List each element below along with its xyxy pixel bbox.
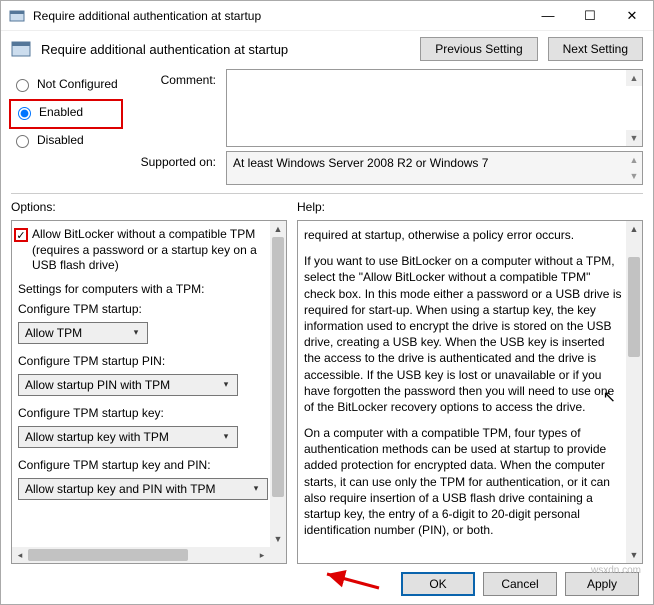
options-hscrollbar[interactable]: ◂ ▸: [12, 547, 270, 563]
maximize-button[interactable]: ☐: [569, 1, 611, 31]
help-vscrollbar[interactable]: ▲ ▼: [626, 221, 642, 563]
chevron-down-icon: ▾: [129, 326, 143, 340]
tpm-startup-pin-combo[interactable]: Allow startup PIN with TPM ▾: [18, 374, 238, 396]
scroll-thumb[interactable]: [272, 237, 284, 497]
scroll-down-icon: ▼: [626, 168, 642, 184]
supported-on-label: Supported on:: [131, 151, 216, 169]
radio-not-configured[interactable]: Not Configured: [11, 73, 121, 95]
radio-label: Disabled: [37, 133, 84, 147]
chevron-down-icon: ▾: [219, 378, 233, 392]
tpm-startup-key-combo[interactable]: Allow startup key with TPM ▾: [18, 426, 238, 448]
options-box: ✓ Allow BitLocker without a compatible T…: [11, 220, 287, 564]
combo-label: Configure TPM startup PIN:: [18, 354, 268, 368]
options-label: Options:: [11, 198, 287, 220]
scroll-down-icon[interactable]: ▼: [626, 547, 642, 563]
combo-value: Allow startup PIN with TPM: [25, 378, 170, 392]
radio-label: Enabled: [39, 105, 83, 119]
help-paragraph: required at startup, otherwise a policy …: [304, 227, 622, 243]
scroll-up-icon[interactable]: ▲: [270, 221, 286, 237]
close-button[interactable]: ✕: [611, 1, 653, 31]
window-title: Require additional authentication at sta…: [33, 9, 527, 23]
titlebar: Require additional authentication at sta…: [1, 1, 653, 31]
state-radio-group: Not Configured Enabled Disabled: [11, 69, 121, 185]
supported-on-value: At least Windows Server 2008 R2 or Windo…: [233, 156, 488, 170]
scroll-left-icon[interactable]: ◂: [12, 547, 28, 563]
allow-bitlocker-no-tpm-label: Allow BitLocker without a compatible TPM…: [32, 227, 272, 274]
tpm-startup-key-pin-combo[interactable]: Allow startup key and PIN with TPM ▾: [18, 478, 268, 500]
help-paragraph: On a computer with a compatible TPM, fou…: [304, 425, 622, 538]
cancel-button[interactable]: Cancel: [483, 572, 557, 596]
radio-disabled-input[interactable]: [16, 135, 29, 148]
radio-label: Not Configured: [37, 77, 118, 91]
radio-disabled[interactable]: Disabled: [11, 129, 121, 151]
dialog-buttons: OK Cancel Apply: [11, 564, 643, 598]
minimize-button[interactable]: —: [527, 1, 569, 31]
combo-label: Configure TPM startup key:: [18, 406, 268, 420]
next-setting-button[interactable]: Next Setting: [548, 37, 643, 61]
help-label: Help:: [297, 198, 643, 220]
ok-button[interactable]: OK: [401, 572, 475, 596]
policy-icon: [9, 8, 25, 24]
policy-icon: [11, 39, 31, 59]
watermark: wsxdn.com: [591, 565, 641, 576]
previous-setting-button[interactable]: Previous Setting: [420, 37, 537, 61]
chevron-down-icon: ▾: [249, 482, 263, 496]
scroll-up-icon[interactable]: ▲: [626, 221, 642, 237]
radio-enabled[interactable]: Enabled: [13, 101, 119, 123]
header-row: Require additional authentication at sta…: [1, 31, 653, 67]
combo-value: Allow TPM: [25, 326, 82, 340]
supported-on-box: At least Windows Server 2008 R2 or Windo…: [226, 151, 643, 185]
scroll-down-icon[interactable]: ▼: [626, 130, 642, 146]
options-vscrollbar[interactable]: ▲ ▼: [270, 221, 286, 563]
radio-enabled-input[interactable]: [18, 107, 31, 120]
comment-textarea[interactable]: ▲ ▼: [226, 69, 643, 147]
scroll-thumb[interactable]: [628, 257, 640, 357]
tpm-settings-heading: Settings for computers with a TPM:: [18, 282, 268, 296]
combo-value: Allow startup key and PIN with TPM: [25, 482, 216, 496]
comment-label: Comment:: [131, 69, 216, 87]
help-paragraph: If you want to use BitLocker on a comput…: [304, 253, 622, 415]
policy-title: Require additional authentication at sta…: [41, 42, 410, 57]
scroll-thumb[interactable]: [28, 549, 188, 561]
radio-not-configured-input[interactable]: [16, 79, 29, 92]
gpo-editor-window: Require additional authentication at sta…: [0, 0, 654, 605]
allow-bitlocker-no-tpm-checkbox[interactable]: ✓: [14, 228, 28, 242]
scroll-down-icon[interactable]: ▼: [270, 531, 286, 547]
scroll-right-icon[interactable]: ▸: [254, 547, 270, 563]
divider: [11, 193, 643, 194]
chevron-down-icon: ▾: [219, 430, 233, 444]
tpm-startup-combo[interactable]: Allow TPM ▾: [18, 322, 148, 344]
scroll-up-icon[interactable]: ▲: [626, 70, 642, 86]
help-text[interactable]: required at startup, otherwise a policy …: [298, 221, 642, 563]
highlight-arrow-icon: [321, 568, 381, 592]
help-box: required at startup, otherwise a policy …: [297, 220, 643, 564]
combo-label: Configure TPM startup key and PIN:: [18, 458, 268, 472]
combo-value: Allow startup key with TPM: [25, 430, 169, 444]
combo-label: Configure TPM startup:: [18, 302, 268, 316]
scroll-up-icon: ▲: [626, 152, 642, 168]
